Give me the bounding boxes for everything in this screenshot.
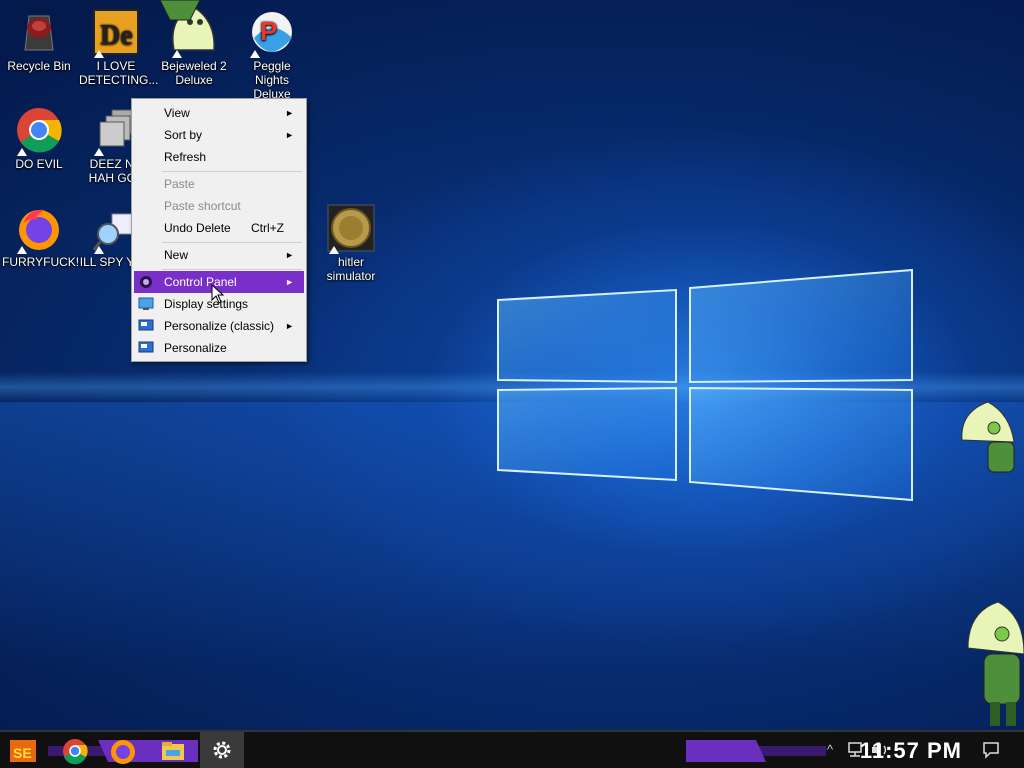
peggle-icon: P <box>248 8 296 58</box>
desktop-icon-label: I LOVE DETECTING... <box>79 59 159 87</box>
desktop-icon-label: Peggle Nights Deluxe <box>253 59 291 101</box>
chrome-icon[interactable] <box>60 736 90 766</box>
desktop-icon-recycle-bin[interactable]: Recycle Bin <box>2 8 76 73</box>
peridot-sticker-icon <box>961 401 1015 473</box>
submenu-arrow-icon: ► <box>285 321 294 331</box>
submenu-arrow-icon: ► <box>285 108 294 118</box>
menu-separator <box>162 171 302 172</box>
desktop-icon-label: FURRYFUCK! <box>2 255 80 269</box>
menu-item-personalize[interactable]: Personalize <box>134 337 304 359</box>
desktop-icon-peggle[interactable]: P Peggle Nights Deluxe <box>235 8 309 101</box>
submenu-arrow-icon: ► <box>285 277 294 287</box>
menu-separator <box>162 269 302 270</box>
recycle-bin-icon <box>15 8 63 56</box>
shortcut-label: Ctrl+Z <box>251 221 284 235</box>
desktop-icon-chrome[interactable]: DO EVIL <box>2 106 76 171</box>
desktop-icon-detecting[interactable]: De I LOVE DETECTING... <box>79 8 159 87</box>
menu-item-paste-shortcut: Paste shortcut <box>164 199 241 213</box>
settings-gear-icon <box>213 741 231 759</box>
desktop-context-menu: View ► Sort by ► Refresh Paste Paste sho… <box>131 98 307 362</box>
firefox-icon <box>15 204 63 254</box>
menu-item-paste: Paste <box>164 177 195 191</box>
menu-item-new[interactable]: New ► <box>134 244 304 266</box>
desktop-icon-label: hitler simulator <box>326 255 376 283</box>
menu-item-refresh[interactable]: Refresh <box>134 146 304 168</box>
desktop-icon-label: DO EVIL <box>15 157 63 171</box>
personalize-classic-icon <box>138 319 154 331</box>
menu-item-personalize-classic[interactable]: Personalize (classic) ► <box>134 315 304 337</box>
taskbar-clock[interactable]: 11:57 PM <box>860 738 962 764</box>
desktop-icon-firefox[interactable]: FURRYFUCK! <box>2 204 80 269</box>
desktop-icon-label: Recycle Bin <box>7 59 71 73</box>
menu-item-undo-delete[interactable]: Undo Delete Ctrl+Z <box>134 217 304 239</box>
mouse-cursor-icon <box>211 284 225 304</box>
taskbar: SE ^ 11:57 PM <box>0 730 1024 768</box>
submenu-arrow-icon: ► <box>285 250 294 260</box>
start-logo-icon[interactable]: SE <box>8 736 38 766</box>
taskbar-settings-button[interactable] <box>200 732 244 768</box>
desktop-icon-label: Bejeweled 2 Deluxe <box>161 59 227 87</box>
menu-item-view[interactable]: View ► <box>134 102 304 124</box>
menu-item-sort-by[interactable]: Sort by ► <box>134 124 304 146</box>
display-icon <box>138 297 154 310</box>
peridot-top-icon <box>160 0 200 21</box>
firefox-icon[interactable] <box>108 736 138 766</box>
desktop-icon-hitler-simulator[interactable]: hitler simulator <box>314 204 388 283</box>
svg-text:P: P <box>260 16 277 46</box>
tray-chevron-icon[interactable]: ^ <box>827 742 833 757</box>
personalize-icon <box>138 341 154 353</box>
chrome-icon <box>15 106 63 156</box>
menu-separator <box>162 242 302 243</box>
detective-game-icon: De <box>92 8 140 58</box>
file-explorer-icon[interactable] <box>158 736 188 766</box>
submenu-arrow-icon: ► <box>285 130 294 140</box>
action-center-icon[interactable] <box>982 741 1000 759</box>
svg-text:SE: SE <box>13 745 32 761</box>
taskbar-purple-band-right <box>686 740 826 762</box>
peridot-character-icon <box>967 601 1024 726</box>
svg-text:De: De <box>100 20 133 51</box>
coin-icon <box>327 204 375 254</box>
control-panel-icon <box>140 276 152 288</box>
